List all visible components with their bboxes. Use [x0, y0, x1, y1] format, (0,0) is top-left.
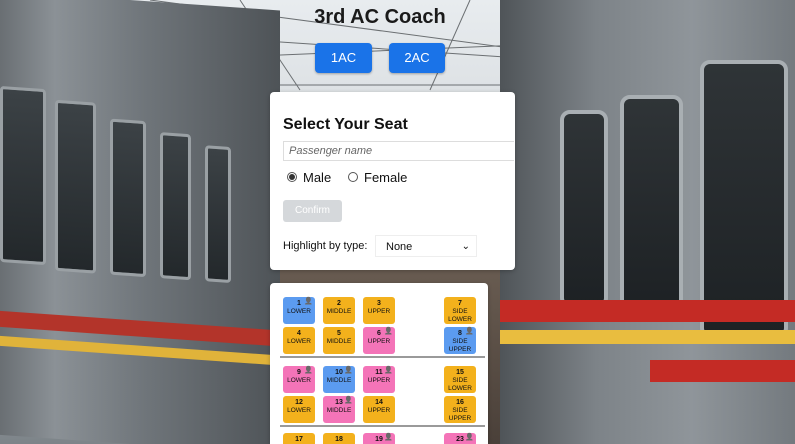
seat-number: 17 [295, 436, 303, 443]
class-button-1ac[interactable]: 1AC [315, 43, 372, 73]
seat-type-label: MIDDLE [326, 308, 352, 315]
highlight-type-select[interactable]: None ⌄ [375, 235, 477, 257]
seat-4[interactable]: 4 LOWER [283, 327, 315, 354]
seat-type-label: LOWER [287, 308, 311, 315]
seat-type-label: MIDDLE [326, 407, 352, 414]
person-icon: 👤 [384, 434, 393, 441]
seat-number: 14 [375, 399, 383, 406]
female-label: Female [364, 169, 408, 185]
seat-19[interactable]: 19UPPER👤 [363, 433, 395, 444]
bay-divider [280, 425, 485, 427]
confirm-button[interactable]: Confirm [283, 200, 342, 222]
seat-10[interactable]: 10 MIDDLE 👤 [323, 366, 355, 393]
seat-16[interactable]: 16 SIDE UPPER [444, 396, 476, 423]
seat-number: 5 [337, 330, 341, 337]
seat-8[interactable]: 8 SIDE UPPER 👤 [444, 327, 476, 354]
class-button-2ac[interactable]: 2AC [389, 43, 445, 73]
female-radio[interactable] [348, 172, 358, 182]
seat-type-label: UPPER [367, 308, 391, 315]
male-label: Male [303, 169, 332, 185]
seat-type-label: UPPER [367, 407, 391, 414]
person-icon: 👤 [344, 397, 353, 404]
seat-23[interactable]: 23SIDELOWER👤 [444, 433, 476, 444]
seat-number: 2 [337, 300, 341, 307]
seat-type-label: UPPER [448, 415, 472, 422]
seat-number: 16 [456, 399, 464, 406]
seat-type-label: UPPER [448, 346, 472, 353]
seat-type-label: MIDDLE [326, 377, 352, 384]
seat-14[interactable]: 14 UPPER [363, 396, 395, 423]
seat-number: 15 [456, 369, 464, 376]
seat-7[interactable]: 7 SIDE LOWER [444, 297, 476, 324]
seat-number: 12 [295, 399, 303, 406]
seat-type-label: SIDE [452, 338, 468, 345]
seat-type-label: LOWER [287, 377, 311, 384]
seat-12[interactable]: 12 LOWER [283, 396, 315, 423]
seat-number: 18 [335, 436, 343, 443]
person-icon: 👤 [384, 328, 393, 335]
seat-type-label: SIDE [452, 377, 468, 384]
seat-18[interactable]: 18MIDDLE [323, 433, 355, 444]
gender-option-male[interactable]: Male [287, 169, 331, 185]
seat-1[interactable]: 1 LOWER 👤 [283, 297, 315, 324]
page-title: 3rd AC Coach [314, 6, 446, 28]
seat-5[interactable]: 5 MIDDLE [323, 327, 355, 354]
seat-type-label: MIDDLE [326, 338, 352, 345]
seat-2[interactable]: 2 MIDDLE [323, 297, 355, 324]
seat-9[interactable]: 9 LOWER 👤 [283, 366, 315, 393]
seat-3[interactable]: 3 UPPER [363, 297, 395, 324]
passenger-name-input[interactable] [283, 141, 514, 161]
person-icon: 👤 [465, 328, 474, 335]
highlight-selected-value: None [386, 241, 413, 253]
person-icon: 👤 [465, 434, 474, 441]
seat-number: 3 [377, 300, 381, 307]
seat-13[interactable]: 13 MIDDLE 👤 [323, 396, 355, 423]
seat-type-label: LOWER [448, 385, 472, 392]
seat-type-label: UPPER [367, 377, 391, 384]
seat-type-label: SIDE [452, 308, 468, 315]
seat-number: 4 [297, 330, 301, 337]
seat-11[interactable]: 11 UPPER 👤 [363, 366, 395, 393]
seat-15[interactable]: 15 SIDE LOWER [444, 366, 476, 393]
chevron-down-icon: ⌄ [461, 241, 470, 252]
bay-divider [280, 356, 485, 358]
seat-17[interactable]: 17LOWER [283, 433, 315, 444]
left-train [0, 0, 280, 444]
person-icon: 👤 [304, 367, 313, 374]
seat-map: 1 LOWER 👤 2 MIDDLE 3 UPPER 7 SIDE LOWER 4 LOWER 5 MID… [270, 283, 488, 444]
male-radio[interactable] [287, 172, 297, 182]
person-icon: 👤 [384, 367, 393, 374]
seat-type-label: LOWER [287, 407, 311, 414]
seat-type-label: UPPER [367, 338, 391, 345]
person-icon: 👤 [344, 367, 353, 374]
seat-type-label: LOWER [287, 338, 311, 345]
gender-option-female[interactable]: Female [348, 169, 407, 185]
right-train [500, 0, 795, 444]
highlight-label: Highlight by type: [283, 240, 368, 252]
seat-number: 7 [458, 300, 462, 307]
person-icon: 👤 [304, 298, 313, 305]
seat-6[interactable]: 6 UPPER 👤 [363, 327, 395, 354]
seat-type-label: LOWER [448, 316, 472, 323]
seat-form-card: Select Your Seat Male Female Confirm Hig… [270, 92, 515, 270]
seat-type-label: SIDE [452, 407, 468, 414]
form-heading: Select Your Seat [283, 116, 408, 133]
